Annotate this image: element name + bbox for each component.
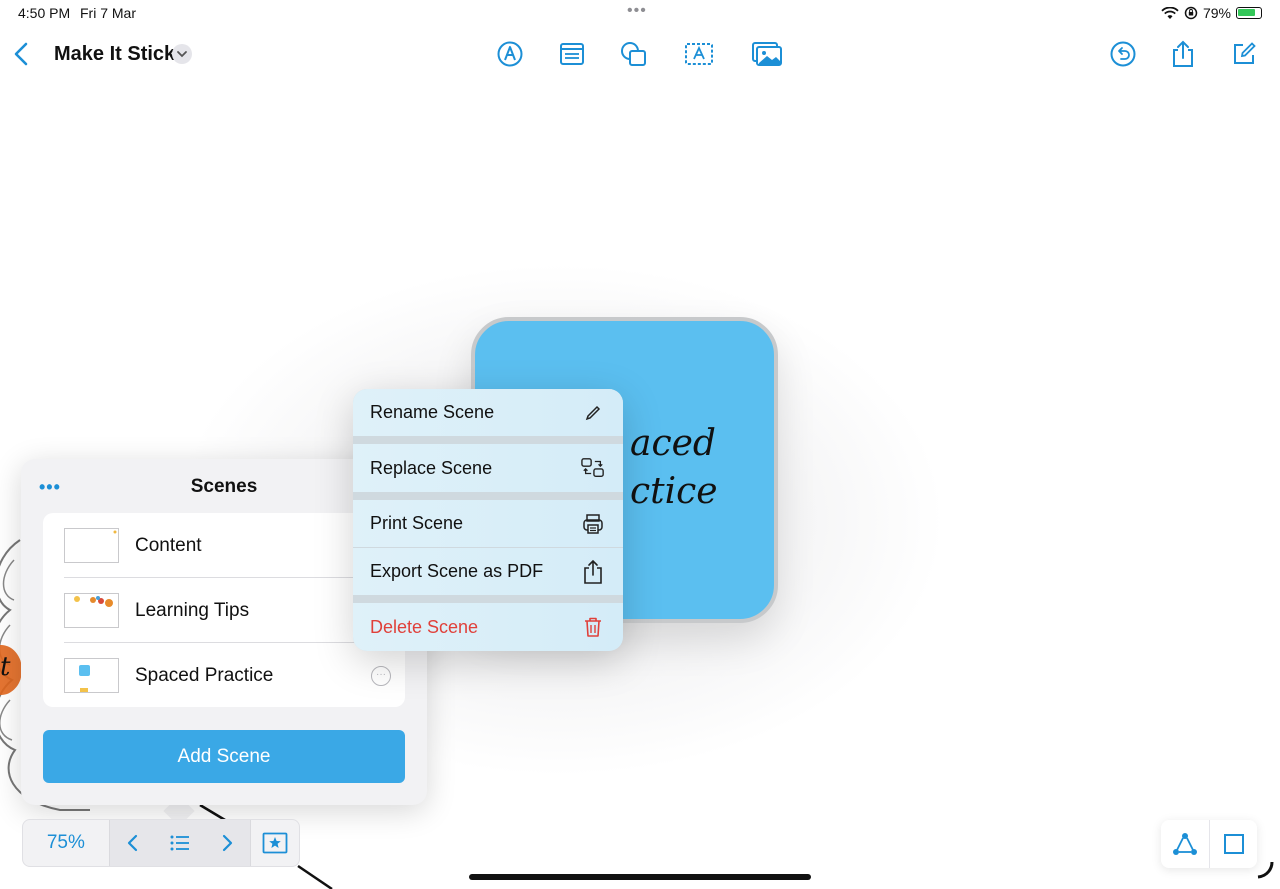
menu-item-replace-scene[interactable]: Replace Scene — [353, 444, 623, 492]
star-frame-icon[interactable] — [251, 820, 299, 866]
add-scene-button[interactable]: Add Scene — [43, 730, 405, 783]
printer-icon — [581, 512, 605, 536]
share-export-icon — [581, 559, 605, 584]
scene-context-menu: Rename Scene Replace Scene Print Scene E… — [353, 389, 623, 651]
battery-charging-icon — [1236, 7, 1262, 19]
scene-thumbnail — [64, 658, 119, 693]
next-scene-icon[interactable] — [211, 827, 243, 859]
battery-percent: 79% — [1202, 5, 1231, 21]
media-icon[interactable] — [751, 39, 783, 69]
orientation-lock-icon — [1184, 6, 1198, 20]
zoom-level[interactable]: 75% — [23, 820, 110, 866]
status-date: Fri 7 Mar — [80, 5, 136, 21]
scene-list-icon[interactable] — [164, 827, 196, 859]
home-indicator[interactable] — [469, 874, 811, 880]
scene-navigation-bar: 75% — [22, 819, 300, 867]
board-tools — [1161, 820, 1257, 868]
scene-label: Content — [135, 534, 202, 556]
undo-icon[interactable] — [1108, 39, 1138, 69]
menu-item-label: Print Scene — [370, 513, 464, 533]
document-title[interactable]: Make It Stick — [54, 43, 175, 66]
pen-icon[interactable] — [495, 39, 525, 69]
menu-item-export-scene-pdf[interactable]: Export Scene as PDF — [353, 548, 623, 595]
menu-item-label: Delete Scene — [370, 616, 479, 637]
menu-item-label: Rename Scene — [370, 402, 495, 422]
multitask-dots[interactable]: ••• — [627, 2, 647, 20]
menu-item-label: Export Scene as PDF — [370, 561, 544, 581]
status-right: 79% — [1161, 5, 1262, 21]
scene-list: Content Learning Tips Spaced Practice ··… — [43, 513, 405, 707]
menu-item-rename-scene[interactable]: Rename Scene — [353, 389, 623, 436]
title-chevron-down-icon[interactable] — [172, 44, 192, 64]
scene-row-spaced-practice[interactable]: Spaced Practice ··· — [43, 643, 405, 707]
status-bar: 4:50 PM Fri 7 Mar ••• 79% — [0, 0, 1280, 26]
sticky-note-icon[interactable] — [557, 39, 587, 69]
scene-nav-controls — [109, 820, 252, 866]
scene-label: Spaced Practice — [135, 664, 274, 686]
connector-icon[interactable] — [1161, 820, 1209, 868]
scene-label: Learning Tips — [135, 599, 250, 621]
share-icon[interactable] — [1168, 39, 1198, 69]
sticky-note-text: aced ctice — [630, 423, 718, 512]
menu-item-label: Replace Scene — [370, 457, 493, 478]
frame-icon[interactable] — [1209, 820, 1257, 868]
status-time: 4:50 PM — [18, 5, 71, 21]
menu-item-print-scene[interactable]: Print Scene — [353, 500, 623, 547]
wifi-icon — [1161, 6, 1179, 19]
battery-fill — [1238, 9, 1255, 16]
previous-scene-icon[interactable] — [117, 827, 149, 859]
menu-item-delete-scene[interactable]: Delete Scene — [353, 603, 623, 651]
back-chevron-icon[interactable] — [10, 40, 34, 68]
text-box-icon[interactable] — [684, 39, 714, 69]
pencil-icon — [581, 401, 605, 425]
shapes-icon[interactable] — [619, 39, 649, 69]
scene-row-content[interactable]: Content — [43, 513, 405, 578]
scene-more-icon[interactable]: ··· — [371, 665, 391, 686]
scene-thumbnail — [64, 593, 119, 628]
scene-row-learning-tips[interactable]: Learning Tips — [43, 578, 405, 643]
compose-icon[interactable] — [1229, 39, 1259, 69]
scene-thumbnail — [64, 528, 119, 563]
trash-icon — [581, 615, 605, 639]
swap-icon — [581, 456, 605, 480]
partial-handwriting: t — [0, 652, 11, 682]
top-toolbar: Make It Stick — [0, 30, 1280, 80]
